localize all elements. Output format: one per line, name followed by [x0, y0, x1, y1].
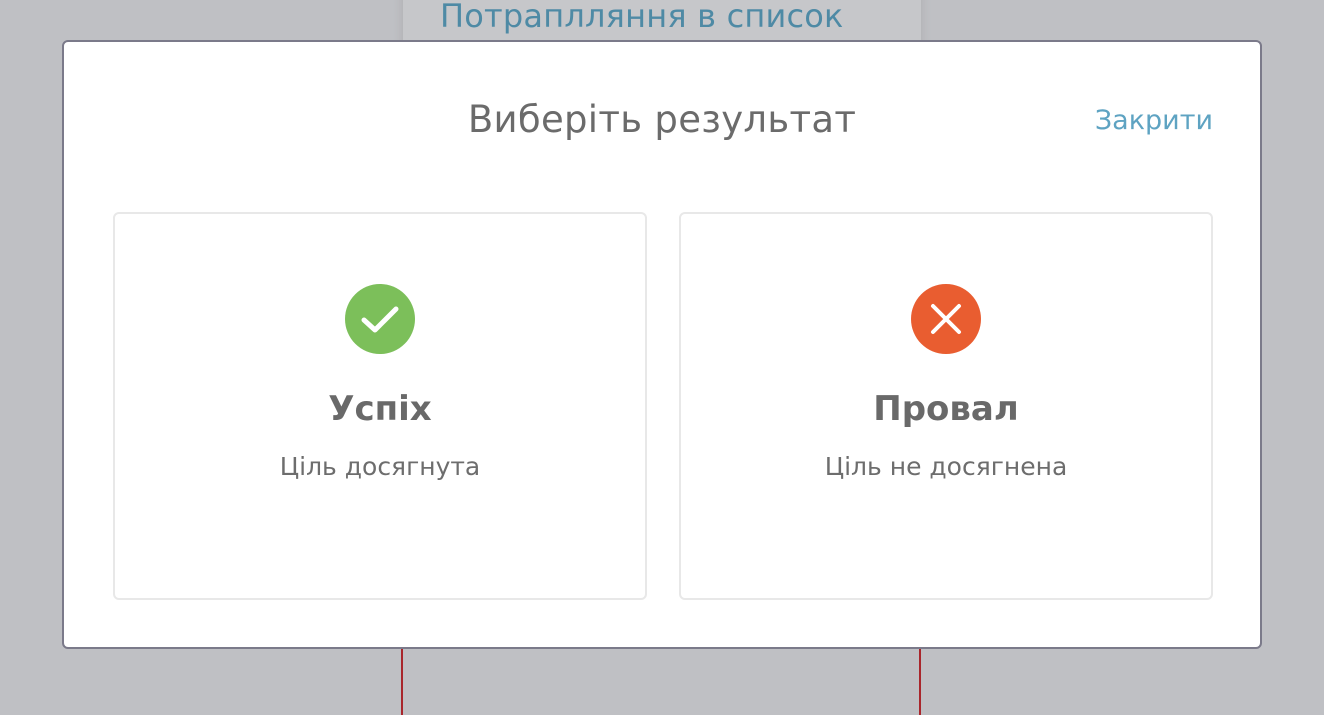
- success-option-subtitle: Ціль досягнута: [279, 452, 481, 481]
- failure-option-subtitle: Ціль не досягнена: [824, 452, 1068, 481]
- failure-option-title: Провал: [873, 389, 1019, 429]
- connector-line-left: [401, 645, 403, 715]
- close-link[interactable]: Закрити: [1095, 105, 1213, 136]
- background-card-title: Потраплляння в список: [440, 0, 844, 35]
- success-option-card[interactable]: Успіх Ціль досягнута: [113, 212, 647, 600]
- failure-option-card[interactable]: Провал Ціль не досягнена: [679, 212, 1213, 600]
- close-icon: [911, 284, 981, 354]
- modal-title: Виберіть результат: [467, 98, 857, 141]
- result-modal: Виберіть результат Закрити Успіх Ціль до…: [62, 40, 1262, 649]
- check-icon: [345, 284, 415, 354]
- connector-line-right: [919, 645, 921, 715]
- success-option-title: Успіх: [328, 389, 432, 429]
